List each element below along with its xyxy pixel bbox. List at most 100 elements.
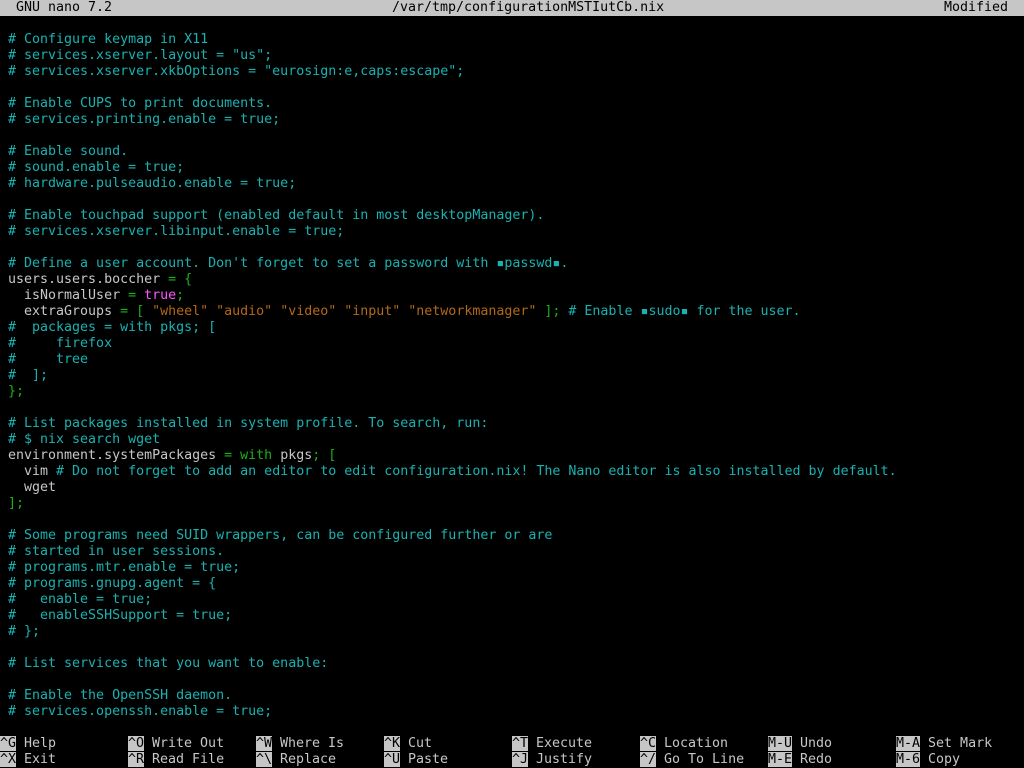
shortcut-label: Cut: [400, 736, 433, 751]
code-token: true: [144, 288, 177, 303]
code-token: # enable = true;: [8, 592, 153, 607]
shortcut-help: ^G Help: [0, 736, 56, 752]
code-token: # $ nix search wget: [8, 432, 161, 447]
shortcut-key: ^K: [384, 736, 401, 751]
code-token: vim: [8, 464, 57, 479]
app-name: GNU nano 7.2: [16, 0, 113, 15]
code-token: # Some programs need SUID wrappers, can …: [8, 528, 553, 543]
shortcut-where-is: ^W Where Is: [256, 736, 344, 752]
code-token: # ];: [8, 368, 49, 383]
shortcut-key: ^\: [256, 752, 273, 767]
shortcut-key: ^T: [512, 736, 529, 751]
shortcut-key: ^O: [128, 736, 145, 751]
shortcut-label: Undo: [792, 736, 833, 751]
code-line: # sound.enable = true;: [0, 160, 1024, 176]
shortcut-label: Copy: [920, 752, 961, 767]
code-token: ];: [536, 304, 569, 319]
code-token: # services.xserver.xkbOptions = "eurosig…: [8, 64, 465, 79]
code-line: # enable = true;: [0, 592, 1024, 608]
code-token: # services.printing.enable = true;: [8, 112, 281, 127]
shortcut-label: Where Is: [272, 736, 345, 751]
code-token: # Enable ▪sudo▪ for the user.: [568, 304, 801, 319]
shortcut-replace: ^\ Replace: [256, 752, 336, 768]
code-token: ];: [8, 496, 25, 511]
code-line: # Enable sound.: [0, 144, 1024, 160]
code-line: # ];: [0, 368, 1024, 384]
code-line: users.users.boccher = {: [0, 272, 1024, 288]
shortcut-exit: ^X Exit: [0, 752, 56, 768]
shortcut-label: Write Out: [144, 736, 225, 751]
code-line: isNormalUser = true;: [0, 288, 1024, 304]
code-line: };: [0, 384, 1024, 400]
shortcut-key: ^/: [640, 752, 657, 767]
shortcut-key: ^J: [512, 752, 529, 767]
code-line: # services.openssh.enable = true;: [0, 704, 1024, 720]
code-token: # sound.enable = true;: [8, 160, 185, 175]
shortcut-copy: M-6 Copy: [896, 752, 960, 768]
code-line: # Define a user account. Don't forget to…: [0, 256, 1024, 272]
shortcut-label: Redo: [792, 752, 833, 767]
code-line: # List services that you want to enable:: [0, 656, 1024, 672]
code-line: extraGroups = [ "wheel" "audio" "video" …: [0, 304, 1024, 320]
code-line: # hardware.pulseaudio.enable = true;: [0, 176, 1024, 192]
code-token: # Enable the OpenSSH daemon.: [8, 688, 233, 703]
code-line: # services.xserver.xkbOptions = "eurosig…: [0, 64, 1024, 80]
code-token: ;: [176, 288, 185, 303]
code-line: # services.printing.enable = true;: [0, 112, 1024, 128]
shortcut-go-to-line: ^/ Go To Line: [640, 752, 744, 768]
modified-status: Modified: [944, 0, 1009, 15]
shortcut-label: Location: [656, 736, 729, 751]
shortcut-label: Exit: [16, 752, 57, 767]
code-line: # Enable the OpenSSH daemon.: [0, 688, 1024, 704]
shortcut-redo: M-E Redo: [768, 752, 832, 768]
code-line: # Enable CUPS to print documents.: [0, 96, 1024, 112]
code-line: # enableSSHSupport = true;: [0, 608, 1024, 624]
code-token: # tree: [8, 352, 89, 367]
shortcut-paste: ^U Paste: [384, 752, 448, 768]
code-line: # Configure keymap in X11: [0, 32, 1024, 48]
shortcut-key: ^U: [384, 752, 401, 767]
code-line: wget: [0, 480, 1024, 496]
code-token: # started in user sessions.: [8, 544, 225, 559]
shortcut-key: ^R: [128, 752, 145, 767]
shortcut-key: ^G: [0, 736, 17, 751]
shortcut-label: Set Mark: [920, 736, 993, 751]
code-line: # services.xserver.layout = "us";: [0, 48, 1024, 64]
code-token: users.users.boccher: [8, 272, 169, 287]
code-token: # Do not forget to add an editor to edit…: [56, 464, 897, 479]
shortcut-key: M-A: [896, 736, 921, 751]
code-line: # };: [0, 624, 1024, 640]
editor-buffer[interactable]: # Configure keymap in X11 # services.xser…: [0, 32, 1024, 720]
shortcut-label: Justify: [528, 752, 593, 767]
code-token: # services.openssh.enable = true;: [8, 704, 273, 719]
shortcut-justify: ^J Justify: [512, 752, 592, 768]
code-token: };: [8, 384, 25, 399]
shortcut-cut: ^K Cut: [384, 736, 432, 752]
shortcut-execute: ^T Execute: [512, 736, 592, 752]
code-line: # services.xserver.libinput.enable = tru…: [0, 224, 1024, 240]
code-line: environment.systemPackages = with pkgs; …: [0, 448, 1024, 464]
shortcut-label: Execute: [528, 736, 593, 751]
code-token: # services.xserver.libinput.enable = tru…: [8, 224, 345, 239]
shortcut-key: M-E: [768, 752, 793, 767]
shortcut-label: Read File: [144, 752, 225, 767]
code-token: # services.xserver.layout = "us";: [8, 48, 273, 63]
code-token: # Enable CUPS to print documents.: [8, 96, 273, 111]
shortcut-key: ^W: [256, 736, 273, 751]
code-token: wget: [8, 480, 57, 495]
code-token: pkgs: [280, 448, 313, 463]
code-token: environment.systemPackages: [8, 448, 225, 463]
code-token: # packages = with pkgs; [: [8, 320, 217, 335]
code-line: # started in user sessions.: [0, 544, 1024, 560]
code-line: # programs.mtr.enable = true;: [0, 560, 1024, 576]
code-token: # List services that you want to enable:: [8, 656, 329, 671]
code-line: # firefox: [0, 336, 1024, 352]
code-token: # Enable sound.: [8, 144, 129, 159]
code-token: # programs.mtr.enable = true;: [8, 560, 241, 575]
code-line: ];: [0, 496, 1024, 512]
code-token: # };: [8, 624, 41, 639]
shortcut-read-file: ^R Read File: [128, 752, 224, 768]
